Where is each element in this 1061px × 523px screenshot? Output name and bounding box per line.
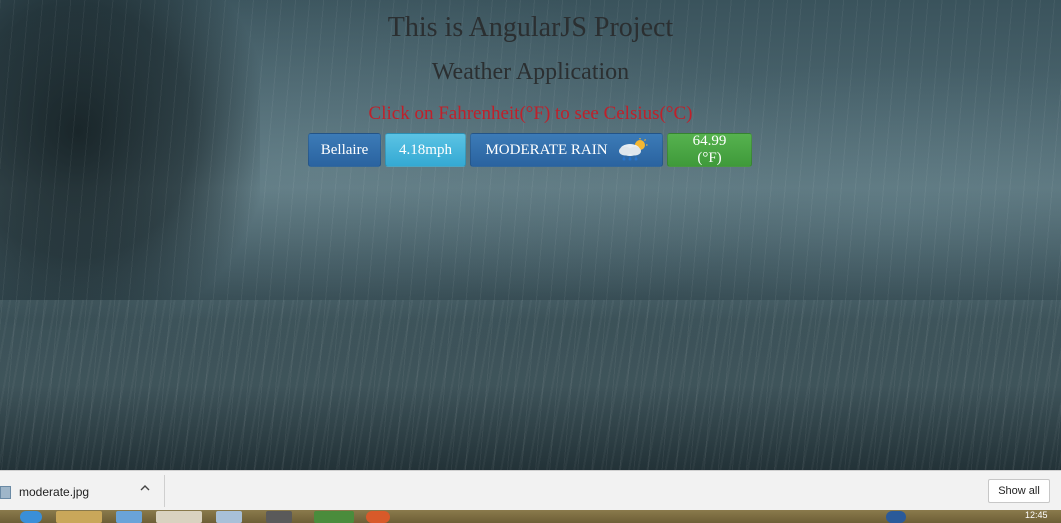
condition-label: MODERATE RAIN: [485, 141, 608, 158]
rain-cloud-icon: [616, 138, 648, 162]
ie-icon[interactable]: [20, 511, 42, 523]
weather-button-row: Bellaire 4.18mph MODERATE RAIN 64.99 (°F…: [308, 133, 752, 167]
temperature-button[interactable]: 64.99 (°F): [667, 133, 752, 167]
taskbar: 12:45: [0, 510, 1061, 523]
chrome-icon[interactable]: [156, 511, 202, 523]
webstorm-icon[interactable]: [314, 511, 354, 523]
app-icon[interactable]: [266, 511, 292, 523]
image-file-icon: [0, 486, 11, 499]
city-label: Bellaire: [320, 141, 369, 158]
city-button[interactable]: Bellaire: [308, 133, 381, 167]
tool-icon[interactable]: [366, 511, 390, 523]
unit-toggle-hint: Click on Fahrenheit(°F) to see Celsius(°…: [368, 103, 693, 124]
chevron-up-icon[interactable]: [140, 483, 150, 496]
show-all-label: Show all: [998, 485, 1040, 497]
page-subtitle: Weather Application: [431, 59, 630, 85]
temperature-label: 64.99 (°F): [692, 133, 727, 166]
tray-icon[interactable]: [886, 511, 906, 523]
taskbar-clock[interactable]: 12:45: [1025, 510, 1048, 520]
file-explorer-icon[interactable]: [56, 511, 102, 523]
download-file-name[interactable]: moderate.jpg: [19, 485, 89, 499]
condition-button[interactable]: MODERATE RAIN: [470, 133, 663, 167]
window-icon[interactable]: [216, 511, 242, 523]
page-title: This is AngularJS Project: [387, 12, 674, 43]
wind-speed-button[interactable]: 4.18mph: [385, 133, 466, 167]
control-panel-icon[interactable]: [116, 511, 142, 523]
download-bar-divider: [164, 475, 165, 507]
download-bar: moderate.jpg Show all: [0, 470, 1061, 511]
show-all-button[interactable]: Show all: [988, 479, 1050, 503]
wind-speed-label: 4.18mph: [399, 141, 452, 158]
